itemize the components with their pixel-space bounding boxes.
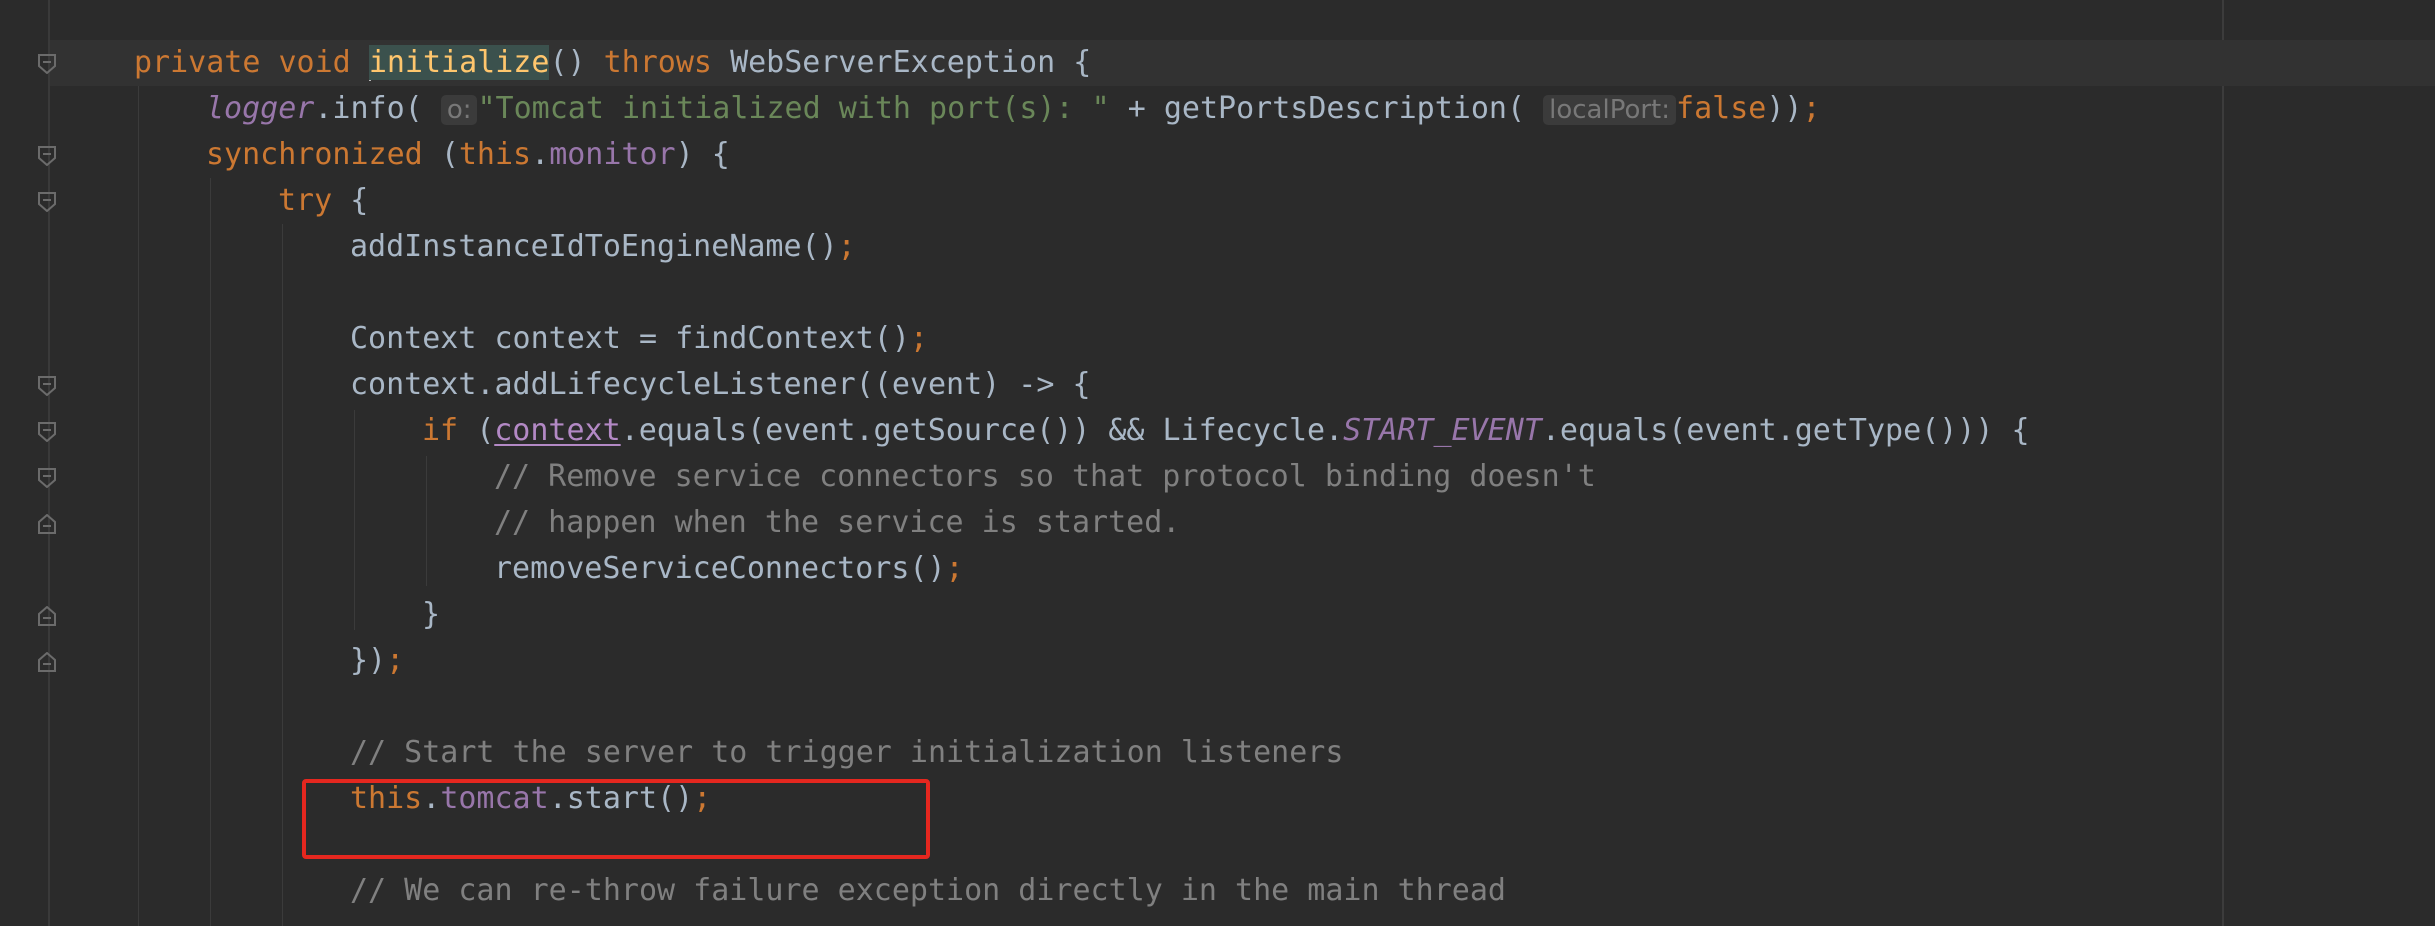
fold-close-icon[interactable]: [38, 652, 56, 672]
dot: .: [531, 137, 550, 172]
method-call: addInstanceIdToEngineName(): [350, 229, 838, 264]
fold-open-icon[interactable]: [38, 468, 56, 488]
keyword-void: void: [278, 45, 369, 80]
statement: context.addLifecycleListener((event) -> …: [350, 367, 1091, 402]
fold-open-icon[interactable]: [38, 376, 56, 396]
highlight-annotation-box: [302, 779, 930, 859]
comment: // happen when the service is started.: [494, 505, 1181, 540]
monitor-field: monitor: [549, 137, 676, 172]
code-line[interactable]: addInstanceIdToEngineName();: [350, 224, 856, 270]
code-line[interactable]: // Start the server to trigger initializ…: [350, 730, 1343, 776]
keyword-synchronized: synchronized: [206, 137, 441, 172]
fold-open-icon[interactable]: [38, 192, 56, 212]
string-literal: "Tomcat initialized with port(s): ": [477, 91, 1110, 126]
close-brace: ) {: [675, 137, 730, 172]
fold-close-icon[interactable]: [38, 514, 56, 534]
indent-guide: [138, 86, 139, 926]
indent-guide: [426, 456, 427, 586]
method-name[interactable]: initialize: [368, 45, 550, 80]
code-line[interactable]: Context context = findContext();: [350, 316, 928, 362]
code-line[interactable]: private void initialize() throws WebServ…: [134, 40, 1091, 86]
keyword-if: if: [422, 413, 477, 448]
logger-field: logger: [206, 91, 315, 126]
keyword-false: false: [1676, 91, 1767, 126]
code-line[interactable]: if (context.equals(event.getSource()) &&…: [422, 408, 2030, 454]
code-line[interactable]: removeServiceConnectors();: [494, 546, 964, 592]
comment: // Remove service connectors so that pro…: [494, 459, 1596, 494]
condition: .equals(event.getSource()) && Lifecycle.: [620, 413, 1344, 448]
code-line[interactable]: try {: [278, 178, 368, 224]
semicolon: ;: [1802, 91, 1821, 126]
keyword-this: this: [458, 137, 532, 172]
comment: // We can re-throw failure exception dir…: [350, 873, 1506, 908]
semicolon: ;: [386, 643, 405, 678]
code-line[interactable]: // We can re-throw failure exception dir…: [350, 868, 1506, 914]
code-line[interactable]: synchronized (this.monitor) {: [206, 132, 730, 178]
fold-open-icon[interactable]: [38, 54, 56, 74]
fold-close-icon[interactable]: [38, 606, 56, 626]
open-paren: (: [440, 137, 459, 172]
comment: // Start the server to trigger initializ…: [350, 735, 1344, 770]
semicolon: ;: [945, 551, 964, 586]
code-line[interactable]: logger.info( o: "Tomcat initialized with …: [206, 86, 1821, 132]
static-field: START_EVENT: [1343, 413, 1542, 448]
parameter-hint: localPort:: [1543, 95, 1677, 125]
condition-end: .equals(event.getType())) {: [1541, 413, 2030, 448]
indent-guide: [354, 410, 355, 630]
code-line[interactable]: // Remove service connectors so that pro…: [494, 454, 1596, 500]
method-call: removeServiceConnectors(): [494, 551, 946, 586]
fold-open-icon[interactable]: [38, 422, 56, 442]
indent-guide: [282, 224, 283, 926]
statement: Context context = findContext(): [350, 321, 910, 356]
open-paren: (: [476, 413, 495, 448]
parameter-hint: o:: [440, 95, 478, 125]
keyword-private: private: [134, 45, 279, 80]
method-parens: (): [549, 45, 604, 80]
close-brace: }): [350, 643, 387, 678]
info-call: .info(: [314, 91, 441, 126]
semicolon: ;: [837, 229, 856, 264]
exception-type: WebServerException {: [730, 45, 1092, 80]
open-brace: {: [350, 183, 369, 218]
fold-open-icon[interactable]: [38, 146, 56, 166]
code-line[interactable]: context.addLifecycleListener((event) -> …: [350, 362, 1091, 408]
right-margin-guide: [2222, 0, 2224, 926]
captured-variable: context: [494, 413, 621, 448]
code-line[interactable]: }: [422, 592, 440, 638]
semicolon: ;: [909, 321, 928, 356]
gutter-separator: [48, 0, 50, 926]
code-line[interactable]: // happen when the service is started.: [494, 500, 1180, 546]
close-parens: )): [1766, 91, 1803, 126]
keyword-try: try: [278, 183, 351, 218]
indent-guide: [210, 178, 211, 926]
code-line[interactable]: });: [350, 638, 404, 684]
keyword-throws: throws: [603, 45, 731, 80]
ports-call: + getPortsDescription(: [1109, 91, 1544, 126]
close-brace: }: [422, 597, 441, 632]
